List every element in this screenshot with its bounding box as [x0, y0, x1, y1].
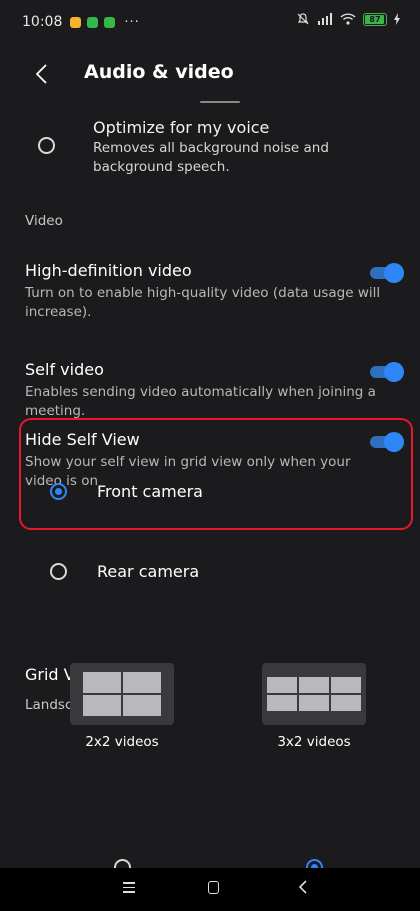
status-more: ···: [124, 14, 140, 30]
camera-option-label: Front camera: [97, 482, 203, 501]
setting-title: High-definition video: [25, 261, 192, 280]
grid-3x2-radio[interactable]: [306, 859, 323, 868]
optimize-voice-radio[interactable]: [38, 137, 55, 154]
status-bar: 10:08 ··· 87: [0, 0, 420, 44]
front-camera-radio[interactable]: [50, 483, 67, 500]
charging-icon: [394, 13, 400, 25]
scrolled-off-content: [200, 101, 240, 103]
camera-option-front[interactable]: Front camera: [50, 482, 203, 501]
grid-3x2-preview: [267, 677, 361, 711]
highlight-box: [19, 418, 413, 530]
optimize-voice-desc: Removes all background noise and backgro…: [93, 140, 329, 175]
settings-content[interactable]: Optimize for my voice Removes all backgr…: [0, 100, 420, 868]
rear-camera-radio[interactable]: [50, 563, 67, 580]
grid-option-label: 2x2 videos: [85, 734, 159, 750]
battery-level: 87: [369, 14, 381, 24]
back-icon[interactable]: [298, 879, 312, 895]
camera-option-label: Rear camera: [97, 562, 200, 581]
page-title: Audio & video: [84, 61, 234, 83]
status-time: 10:08: [22, 14, 63, 30]
grid-2x2-radio[interactable]: [114, 859, 131, 868]
grid-2x2-preview: [83, 672, 161, 716]
app-bar: Audio & video: [0, 44, 420, 100]
chevron-left-icon: [35, 64, 47, 84]
self-video-toggle[interactable]: [370, 362, 404, 382]
notification-app-icon: [70, 16, 82, 28]
hd-video-toggle[interactable]: [370, 263, 404, 283]
optimize-voice-option[interactable]: Optimize for my voice Removes all backgr…: [0, 117, 420, 177]
notification-app-icon: [87, 16, 99, 28]
optimize-voice-title: Optimize for my voice: [93, 118, 270, 137]
setting-hd-video[interactable]: High-definition video Turn on to enable …: [25, 260, 404, 322]
setting-self-video[interactable]: Self video Enables sending video automat…: [25, 359, 404, 421]
notification-app-icon: [104, 16, 116, 28]
setting-desc: Turn on to enable high-quality video (da…: [25, 285, 381, 320]
section-header-video: Video: [25, 213, 63, 229]
setting-desc: Enables sending video automatically when…: [25, 384, 376, 419]
system-nav-bar: [0, 868, 420, 911]
signal-icon: [318, 13, 332, 25]
wifi-icon: [340, 13, 356, 25]
setting-title: Self video: [25, 360, 104, 379]
grid-option-3x2[interactable]: [262, 663, 366, 725]
mute-icon: [297, 13, 309, 25]
grid-option-2x2[interactable]: [70, 663, 174, 725]
home-icon[interactable]: [208, 881, 219, 894]
back-button[interactable]: [35, 64, 52, 84]
battery-icon: 87: [363, 12, 387, 26]
menu-icon[interactable]: [123, 882, 135, 893]
camera-option-rear[interactable]: Rear camera: [50, 562, 199, 581]
grid-option-label: 3x2 videos: [277, 734, 351, 750]
